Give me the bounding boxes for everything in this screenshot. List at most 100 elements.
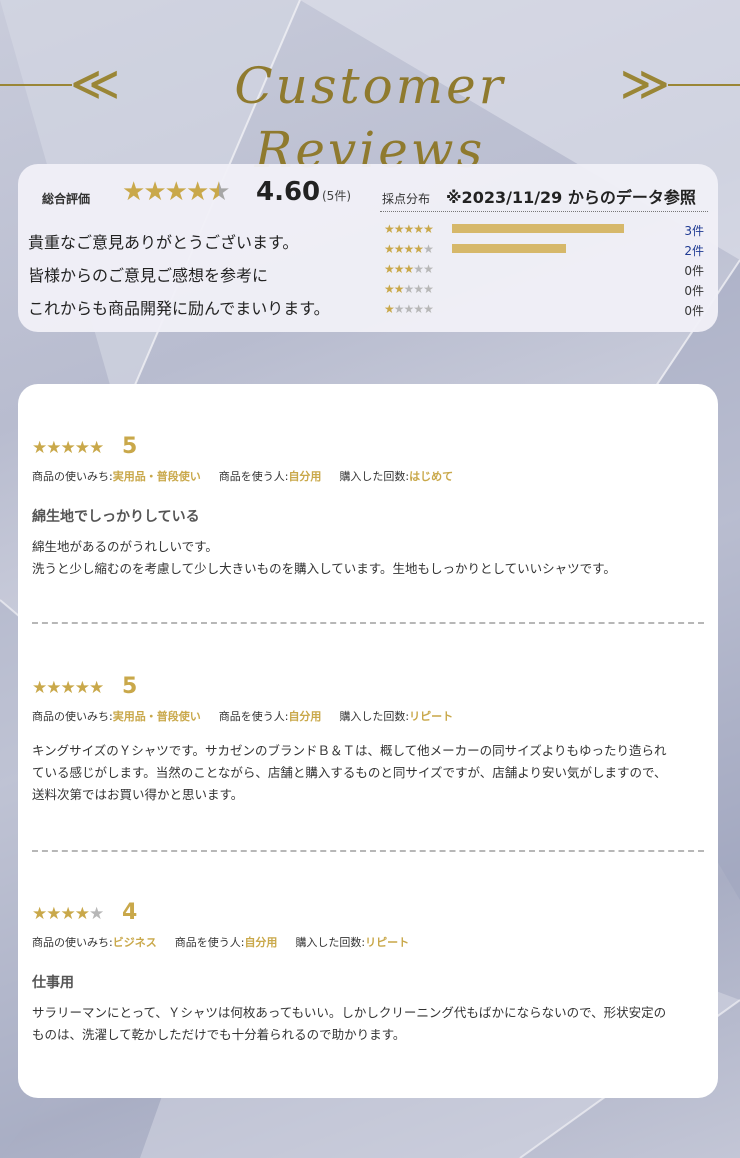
- empty-star-icon: ★: [403, 282, 415, 296]
- review-item: ★★★★★ 5 商品の使いみち:実用品・普段使い 商品を使う人:自分用 購入した回数:リ…: [32, 674, 704, 854]
- review-body: 綿生地があるのがうれしいです。洗うと少し縮むのを考慮して少し大きいものを購入して…: [32, 536, 700, 580]
- star-icon: ★: [393, 262, 405, 276]
- review-item: ★★★★★ 5 商品の使いみち:実用品・普段使い 商品を使う人:自分用 購入した回数:は…: [32, 434, 704, 614]
- review-score: 5: [122, 434, 138, 459]
- review-body-line: キングサイズのＹシャツです。サカゼンのブランドＢ＆Ｔは、概して他メーカーの同サイ…: [32, 743, 667, 758]
- star-rating: ★★★★★: [384, 242, 434, 256]
- meta-value: 自分用: [244, 936, 278, 949]
- star-icon: ★: [122, 177, 145, 207]
- meta-value: リピート: [409, 710, 454, 723]
- meta-value: 実用品・普段使い: [112, 710, 201, 723]
- star-rating: ★★★★★: [384, 262, 434, 276]
- review-body: サラリーマンにとって、Ｙシャツは何枚あってもいい。しかしクリーニング代もばかにな…: [32, 1002, 700, 1046]
- distribution-note: ※2023/11/29 からのデータ参照: [446, 188, 696, 207]
- meta-value: 自分用: [288, 470, 322, 483]
- empty-star-icon: ★: [413, 262, 424, 276]
- star-icon: ★: [143, 177, 166, 207]
- star-icon: ★: [393, 242, 405, 256]
- star-icon: ★: [74, 438, 90, 458]
- star-rating: ★★★★★: [32, 438, 104, 458]
- meta-label: 商品の使いみち:: [32, 710, 113, 723]
- meta-label: 商品を使う人:: [174, 936, 245, 949]
- star-icon: ★: [393, 222, 405, 236]
- star-icon: ★: [185, 177, 209, 207]
- distribution-bar: [452, 304, 628, 313]
- distribution-row-1-stars[interactable]: ★★★★★ 0件: [384, 300, 704, 320]
- star-rating: ★★★★★: [384, 222, 434, 236]
- star-icon: ★: [413, 222, 424, 236]
- review-body-line: ている感じがします。当然のことながら、店舗と購入するものと同サイズですが、店舗よ…: [32, 765, 667, 780]
- distribution-row-2-stars[interactable]: ★★★★★ 0件: [384, 280, 704, 300]
- distribution-count[interactable]: 3件: [684, 222, 704, 239]
- star-rating: ★★★★★: [384, 282, 434, 296]
- star-icon: ★: [384, 222, 395, 236]
- distribution-count: 0件: [684, 304, 704, 318]
- reviews-header: ≪ Customer Reviews ≫: [0, 48, 740, 179]
- distribution-row-4-stars[interactable]: ★★★★★ 2件: [384, 240, 704, 260]
- distribution-row-5-stars[interactable]: ★★★★★ 3件: [384, 220, 704, 240]
- star-rating: ★★★★★: [32, 904, 104, 924]
- review-body-line: 送料次第ではお買い得かと思います。: [32, 787, 244, 802]
- distribution-bar: [452, 284, 628, 293]
- overall-star-rating: ★★★★★: [122, 176, 231, 208]
- star-icon: ★: [393, 282, 405, 296]
- star-rating: ★★★★★: [32, 678, 104, 698]
- star-icon: ★: [423, 222, 434, 236]
- review-body-line: 綿生地があるのがうれしいです。: [32, 539, 218, 554]
- meta-value: ビジネス: [112, 936, 157, 949]
- review-meta: 商品の使いみち:実用品・普段使い 商品を使う人:自分用 購入した回数:リピート: [32, 708, 453, 724]
- distribution-label: 採点分布: [382, 192, 431, 206]
- star-icon: ★: [32, 678, 47, 698]
- chevron-right-icon: ≫: [619, 56, 670, 112]
- star-icon: ★: [413, 242, 424, 256]
- review-score: 4: [122, 900, 138, 925]
- review-title: 仕事用: [32, 975, 74, 991]
- meta-value: はじめて: [409, 470, 454, 483]
- star-icon: ★: [46, 438, 61, 458]
- meta-label: 商品の使いみち:: [32, 936, 113, 949]
- meta-value: 実用品・普段使い: [112, 470, 201, 483]
- distribution-bar-fill: [452, 244, 567, 253]
- reviews-list-card: ★★★★★ 5 商品の使いみち:実用品・普段使い 商品を使う人:自分用 購入した回数:は…: [18, 384, 718, 1098]
- meta-value: リピート: [365, 936, 410, 949]
- review-body: キングサイズのＹシャツです。サカゼンのブランドＢ＆Ｔは、概して他メーカーの同サイ…: [32, 740, 700, 806]
- distribution-row-3-stars[interactable]: ★★★★★ 0件: [384, 260, 704, 280]
- star-icon: ★: [46, 904, 61, 924]
- star-icon: ★: [403, 242, 415, 256]
- empty-star-icon: ★: [423, 282, 434, 296]
- distribution-bar: [452, 244, 628, 253]
- empty-star-icon: ★: [413, 282, 424, 296]
- star-icon: ★: [74, 678, 90, 698]
- review-divider: [32, 850, 704, 852]
- meta-label: 購入した回数:: [339, 710, 410, 723]
- message-line: 貴重なご意見ありがとうございます。: [28, 233, 299, 252]
- star-icon: ★: [403, 262, 415, 276]
- review-body-line: 洗うと少し縮むのを考慮して少し大きいものを購入しています。生地もしっかりとしてい…: [32, 561, 616, 576]
- overall-score: 4.60: [256, 177, 321, 207]
- star-icon: ★: [74, 904, 90, 924]
- empty-star-icon: ★: [393, 302, 405, 316]
- distribution-bar: [452, 264, 628, 273]
- meta-value: 自分用: [288, 710, 322, 723]
- distribution-count[interactable]: 2件: [684, 242, 704, 259]
- star-icon: ★: [403, 222, 415, 236]
- star-icon: ★: [89, 438, 104, 458]
- empty-star-icon: ★: [89, 904, 104, 924]
- review-divider: [32, 622, 704, 624]
- review-body-line: サラリーマンにとって、Ｙシャツは何枚あってもいい。しかしクリーニング代もばかにな…: [32, 1005, 667, 1020]
- chevron-left-icon: ≪: [70, 56, 121, 112]
- meta-label: 商品を使う人:: [218, 470, 289, 483]
- meta-label: 商品の使いみち:: [32, 470, 113, 483]
- star-icon: ★: [32, 438, 47, 458]
- empty-star-icon: ★: [403, 302, 415, 316]
- empty-star-icon: ★: [423, 242, 434, 256]
- distribution-bar-fill: [452, 224, 625, 233]
- star-icon: ★: [384, 302, 395, 316]
- star-icon: ★: [32, 904, 47, 924]
- star-icon: ★: [60, 904, 76, 924]
- overall-rating-label: 総合評価: [42, 192, 91, 206]
- empty-star-icon: ★: [413, 302, 424, 316]
- distribution-count: 0件: [684, 264, 704, 278]
- half-star-icon: ★: [207, 177, 230, 207]
- star-icon: ★: [384, 262, 395, 276]
